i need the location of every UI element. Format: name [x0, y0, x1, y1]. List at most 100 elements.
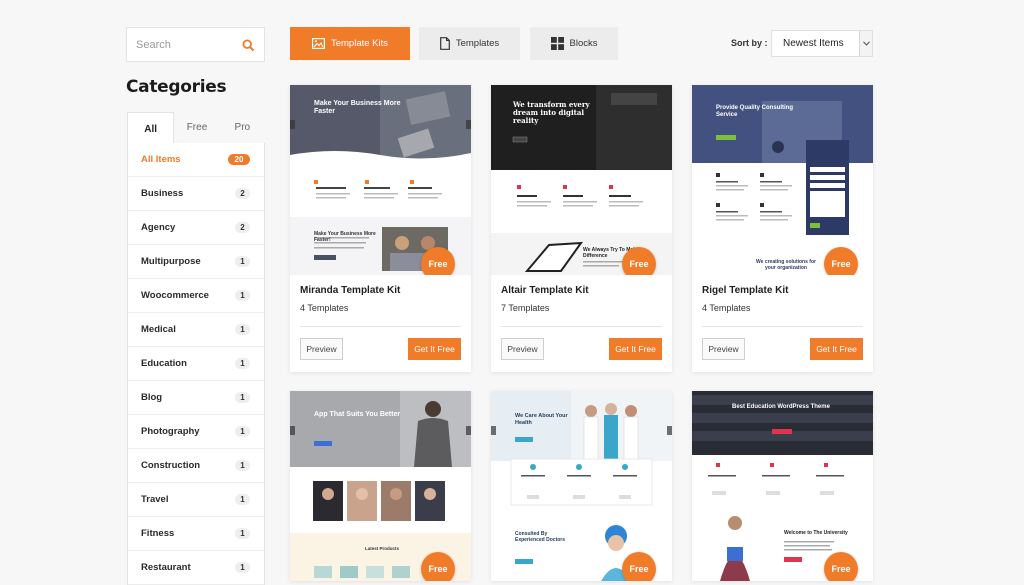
count-badge: 1: [235, 562, 250, 573]
count-badge: 1: [235, 528, 250, 539]
tab-pro[interactable]: Pro: [220, 112, 265, 143]
grid-icon: [550, 37, 564, 50]
template-count: 7 Templates: [501, 303, 550, 313]
thumb-next-arrow: [667, 426, 672, 435]
category-item-agency[interactable]: Agency 2: [128, 211, 264, 245]
template-card-education: Best Education WordPress Theme Welcome t…: [692, 391, 873, 581]
preview-button[interactable]: Preview: [501, 338, 544, 360]
get-it-free-button[interactable]: Get It Free: [609, 338, 662, 360]
sort-label: Sort by :: [731, 38, 768, 48]
thumb-prev-arrow: [491, 426, 496, 435]
category-item-restaurant[interactable]: Restaurant 1: [128, 551, 264, 585]
free-badge: Free: [421, 247, 455, 275]
category-label: Agency: [141, 222, 176, 233]
thumb-next-arrow: [466, 426, 471, 435]
category-item-education[interactable]: Education 1: [128, 347, 264, 381]
preview-button[interactable]: Preview: [300, 338, 343, 360]
categories-title: Categories: [126, 77, 227, 97]
template-card-miranda: Make Your Business More Faster Make Your…: [290, 85, 471, 372]
category-item-woocommerce[interactable]: Woocommerce 1: [128, 279, 264, 313]
category-item-travel[interactable]: Travel 1: [128, 483, 264, 517]
template-thumbnail[interactable]: App That Suits You Better Latest Product…: [290, 391, 471, 581]
category-label: Travel: [141, 494, 169, 505]
tab-template-kits[interactable]: Template Kits: [290, 27, 410, 60]
tab-label: Templates: [455, 38, 500, 49]
search-input[interactable]: [127, 28, 232, 61]
tab-all[interactable]: All: [127, 112, 175, 145]
count-badge: 20: [228, 154, 250, 165]
preview-button[interactable]: Preview: [702, 338, 745, 360]
category-label: Construction: [141, 460, 201, 471]
category-item-construction[interactable]: Construction 1: [128, 449, 264, 483]
category-item-blog[interactable]: Blog 1: [128, 381, 264, 415]
count-badge: 2: [235, 188, 250, 199]
tab-free[interactable]: Free: [174, 112, 219, 143]
count-badge: 1: [235, 256, 250, 267]
category-label: Blog: [141, 392, 163, 403]
category-item-multipurpose[interactable]: Multipurpose 1: [128, 245, 264, 279]
get-it-free-button[interactable]: Get It Free: [408, 338, 461, 360]
category-label: Education: [141, 358, 187, 369]
category-filter-tabs: All Free Pro: [127, 112, 265, 145]
template-count: 4 Templates: [300, 303, 349, 313]
category-label: Multipurpose: [141, 256, 201, 267]
template-kit-name: Miranda Template Kit: [300, 285, 401, 296]
thumb-headline: Provide Quality Consulting Service: [716, 105, 794, 118]
thumb-section: Welcome to The University: [784, 530, 848, 536]
search-box: [126, 27, 265, 62]
thumb-headline: We Care About Your Health: [515, 413, 568, 426]
category-item-medical[interactable]: Medical 1: [128, 313, 264, 347]
thumb-headline: Make Your Business More Faster: [314, 100, 401, 115]
count-badge: 1: [235, 358, 250, 369]
thumb-section: Make Your Business More Faster!: [314, 231, 376, 243]
thumb-headline: We transform every dream into digital re…: [513, 100, 590, 125]
divider: [300, 326, 461, 327]
count-badge: 2: [235, 222, 250, 233]
thumb-section: We creating solutions for your organizat…: [756, 259, 816, 271]
count-badge: 1: [235, 290, 250, 301]
tab-blocks[interactable]: Blocks: [530, 27, 618, 60]
chevron-down-icon: [859, 31, 872, 56]
document-icon: [439, 37, 450, 50]
template-kit-name: Altair Template Kit: [501, 285, 589, 296]
divider: [702, 326, 863, 327]
sort-value: Newest Items: [783, 38, 844, 49]
thumb-headline: App That Suits You Better: [314, 411, 401, 418]
free-badge: Free: [824, 247, 858, 275]
category-item-all-items[interactable]: All Items 20: [128, 143, 264, 177]
template-count: 4 Templates: [702, 303, 751, 313]
category-label: Medical: [141, 324, 176, 335]
free-badge: Free: [622, 552, 656, 581]
count-badge: 1: [235, 392, 250, 403]
search-icon[interactable]: [242, 39, 255, 52]
tab-templates[interactable]: Templates: [419, 27, 520, 60]
count-badge: 1: [235, 324, 250, 335]
free-badge: Free: [824, 552, 858, 581]
free-badge: Free: [421, 552, 455, 581]
tab-label: Blocks: [569, 38, 598, 49]
category-item-fitness[interactable]: Fitness 1: [128, 517, 264, 551]
divider: [501, 326, 662, 327]
sort-select[interactable]: Newest Items: [771, 30, 873, 57]
thumb-next-arrow: [466, 120, 471, 129]
template-kit-name: Rigel Template Kit: [702, 285, 789, 296]
template-thumbnail[interactable]: We transform every dream into digital re…: [491, 85, 672, 275]
template-thumbnail[interactable]: Provide Quality Consulting Service We cr…: [692, 85, 873, 275]
category-list: All Items 20 Business 2 Agency 2 Multipurpo…: [127, 143, 265, 585]
get-it-free-button[interactable]: Get It Free: [810, 338, 863, 360]
category-item-photography[interactable]: Photography 1: [128, 415, 264, 449]
thumb-section: Latest Products: [364, 546, 399, 551]
category-item-business[interactable]: Business 2: [128, 177, 264, 211]
thumb-prev-arrow: [290, 426, 295, 435]
template-thumbnail[interactable]: We Care About Your Health Consulted By E…: [491, 391, 672, 581]
template-thumbnail[interactable]: Best Education WordPress Theme Welcome t…: [692, 391, 873, 581]
free-badge: Free: [622, 247, 656, 275]
template-card-altair: We transform every dream into digital re…: [491, 85, 672, 372]
thumb-prev-arrow: [290, 120, 295, 129]
category-label: Business: [141, 188, 184, 199]
tab-label: Template Kits: [330, 38, 389, 49]
count-badge: 1: [235, 494, 250, 505]
template-card-rigel: Provide Quality Consulting Service We cr…: [692, 85, 873, 372]
thumb-section: Consulted By Experienced Doctors: [515, 531, 566, 543]
template-thumbnail[interactable]: Make Your Business More Faster Make Your…: [290, 85, 471, 275]
